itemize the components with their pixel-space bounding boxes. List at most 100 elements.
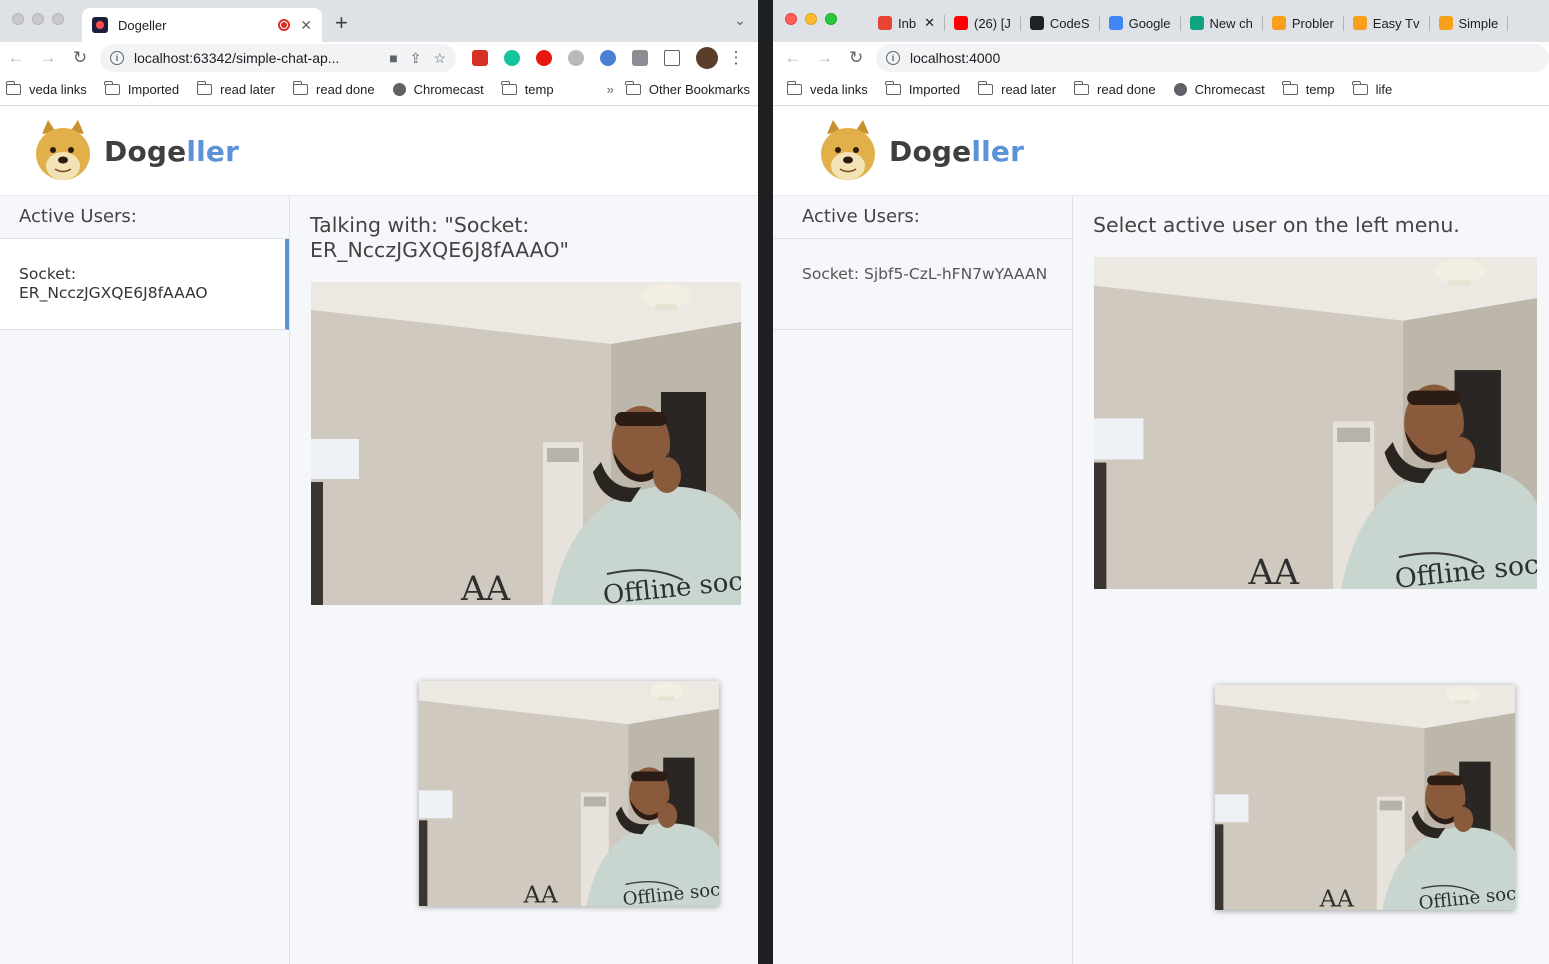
brand-name: Dogeller: [104, 134, 240, 168]
close-tab-icon[interactable]: ✕: [300, 17, 312, 34]
globe-icon: [392, 83, 406, 96]
active-users-title: Active Users:: [0, 196, 289, 239]
forward-button[interactable]: →: [32, 48, 64, 68]
app-header: Dogeller: [0, 107, 758, 196]
bookmark-read-later[interactable]: read later: [196, 81, 275, 97]
extension-gray-icon[interactable]: [568, 50, 584, 66]
main-content: Select active user on the left menu.: [1073, 196, 1549, 964]
toolbar: ← → ↻ i localhost:63342/simple-chat-ap..…: [0, 42, 758, 74]
browser-tab[interactable]: Inb ✕: [869, 15, 945, 31]
browser-tab[interactable]: New ch: [1181, 15, 1263, 31]
bookmark-read-later[interactable]: read later: [977, 81, 1056, 97]
bookmark-chromecast[interactable]: Chromecast: [392, 82, 484, 97]
main-content: Talking with: "Socket: ER_NcczJGXQE6J8fA…: [290, 196, 758, 964]
folder-icon: [5, 81, 21, 95]
active-user-item[interactable]: Socket: Sjbf5-CzL-hFN7wYAAAN: [773, 239, 1072, 330]
tab-favicon-icon: [92, 17, 108, 33]
site-info-icon[interactable]: i: [885, 51, 900, 65]
tab-favicon-icon: [1189, 16, 1204, 30]
bookmark-veda-links[interactable]: veda links: [5, 81, 87, 97]
doge-logo-icon: [36, 120, 90, 180]
globe-icon: [1173, 83, 1187, 96]
tab-strip: Inb ✕ (26) [J CodeS Google New ch Probler Easy …: [773, 0, 1549, 42]
new-tab-button[interactable]: +: [335, 10, 348, 36]
folder-icon: [625, 81, 641, 95]
tab-label: Probler: [1291, 15, 1334, 31]
tab-label: Google: [1128, 15, 1171, 31]
remote-video: [1094, 257, 1537, 589]
tab-search-icon[interactable]: ⌄: [734, 12, 746, 29]
bookmark-temp[interactable]: temp: [1282, 81, 1335, 97]
bookmark-veda-links[interactable]: veda links: [786, 81, 868, 97]
reload-button[interactable]: ↻: [840, 48, 872, 68]
bookmark-imported[interactable]: Imported: [885, 81, 960, 97]
recording-icon: [278, 19, 291, 31]
address-bar[interactable]: i localhost:63342/simple-chat-ap... ■ ⇪ …: [100, 44, 456, 72]
tab-strip: Dogeller ✕ + ⌄: [0, 0, 758, 42]
profile-avatar[interactable]: [696, 47, 718, 69]
bookmark-imported[interactable]: Imported: [104, 81, 179, 97]
maximize-window-button[interactable]: [825, 13, 837, 25]
camera-icon[interactable]: ■: [389, 50, 397, 67]
active-user-item[interactable]: Socket: ER_NcczJGXQE6J8fAAAO: [0, 239, 289, 330]
extension-grammarly-icon[interactable]: [504, 50, 520, 66]
bookmark-read-done[interactable]: read done: [1073, 81, 1156, 97]
bookmark-temp[interactable]: temp: [501, 81, 554, 97]
extension-opera-icon[interactable]: [536, 50, 552, 66]
folder-icon: [977, 81, 994, 95]
forward-button[interactable]: →: [809, 48, 841, 68]
menu-kebab-icon[interactable]: ⋮: [724, 48, 748, 68]
local-video: [419, 681, 719, 906]
browser-tab[interactable]: Probler: [1263, 15, 1344, 31]
close-tab-icon[interactable]: ✕: [924, 15, 935, 31]
tab-favicon-icon: [1108, 16, 1123, 30]
sidebar: Active Users: Socket: ER_NcczJGXQE6J8fAA…: [0, 196, 290, 964]
bookmark-chromecast[interactable]: Chromecast: [1173, 82, 1265, 97]
back-button[interactable]: ←: [0, 48, 32, 68]
bookmark-other-bookmarks[interactable]: Other Bookmarks: [625, 81, 750, 97]
close-window-button[interactable]: [12, 13, 24, 25]
tab-favicon-icon: [953, 16, 968, 30]
site-info-icon[interactable]: i: [110, 51, 124, 65]
close-window-button[interactable]: [785, 13, 797, 25]
minimize-window-button[interactable]: [805, 13, 817, 25]
remote-video: [311, 282, 741, 605]
browser-tab[interactable]: Easy Tv: [1344, 15, 1430, 31]
talking-with-title: Talking with: "Socket: ER_NcczJGXQE6J8fA…: [310, 213, 569, 262]
local-video: [1215, 685, 1515, 910]
share-icon[interactable]: ⇪: [410, 50, 422, 67]
back-button[interactable]: ←: [777, 48, 809, 68]
tab-title: Dogeller: [118, 17, 167, 33]
folder-icon: [1073, 81, 1090, 95]
browser-tab[interactable]: Google: [1100, 15, 1181, 31]
bookmark-life[interactable]: life: [1352, 81, 1392, 97]
tab-favicon-icon: [878, 16, 892, 30]
folder-icon: [786, 81, 802, 95]
tab-label: Inb: [898, 15, 917, 31]
select-user-title: Select active user on the left menu.: [1093, 213, 1460, 237]
extension-lastpass-icon[interactable]: [472, 50, 488, 66]
active-users-title: Active Users:: [773, 196, 1072, 239]
extensions-puzzle-icon[interactable]: [632, 50, 648, 66]
bookmarks-bar: veda links Imported read later read done…: [773, 74, 1549, 106]
address-bar[interactable]: i localhost:4000: [875, 44, 1549, 72]
app: Dogeller Active Users: Socket: Sjbf5-CzL…: [773, 107, 1549, 964]
browser-tab[interactable]: CodeS: [1021, 15, 1100, 31]
window-controls: [12, 13, 64, 25]
tab-favicon-icon: [1271, 16, 1286, 30]
bookmark-star-icon[interactable]: ☆: [433, 50, 446, 67]
tab-dogeller[interactable]: Dogeller ✕: [82, 8, 322, 42]
bookmarks-overflow-button[interactable]: »: [607, 82, 614, 97]
reload-button[interactable]: ↻: [64, 48, 96, 68]
maximize-window-button[interactable]: [52, 13, 64, 25]
brand-name: Dogeller: [889, 134, 1025, 168]
minimize-window-button[interactable]: [32, 13, 44, 25]
side-panel-icon[interactable]: [664, 50, 680, 66]
extension-blue-icon[interactable]: [600, 50, 616, 66]
tab-label: Easy Tv: [1372, 15, 1420, 31]
bookmark-read-done[interactable]: read done: [292, 81, 375, 97]
bookmarks-bar: veda links Imported read later read done…: [0, 74, 758, 106]
browser-tab[interactable]: (26) [J: [945, 15, 1021, 31]
browser-tab[interactable]: Simple: [1430, 15, 1509, 31]
folder-icon: [292, 81, 309, 95]
